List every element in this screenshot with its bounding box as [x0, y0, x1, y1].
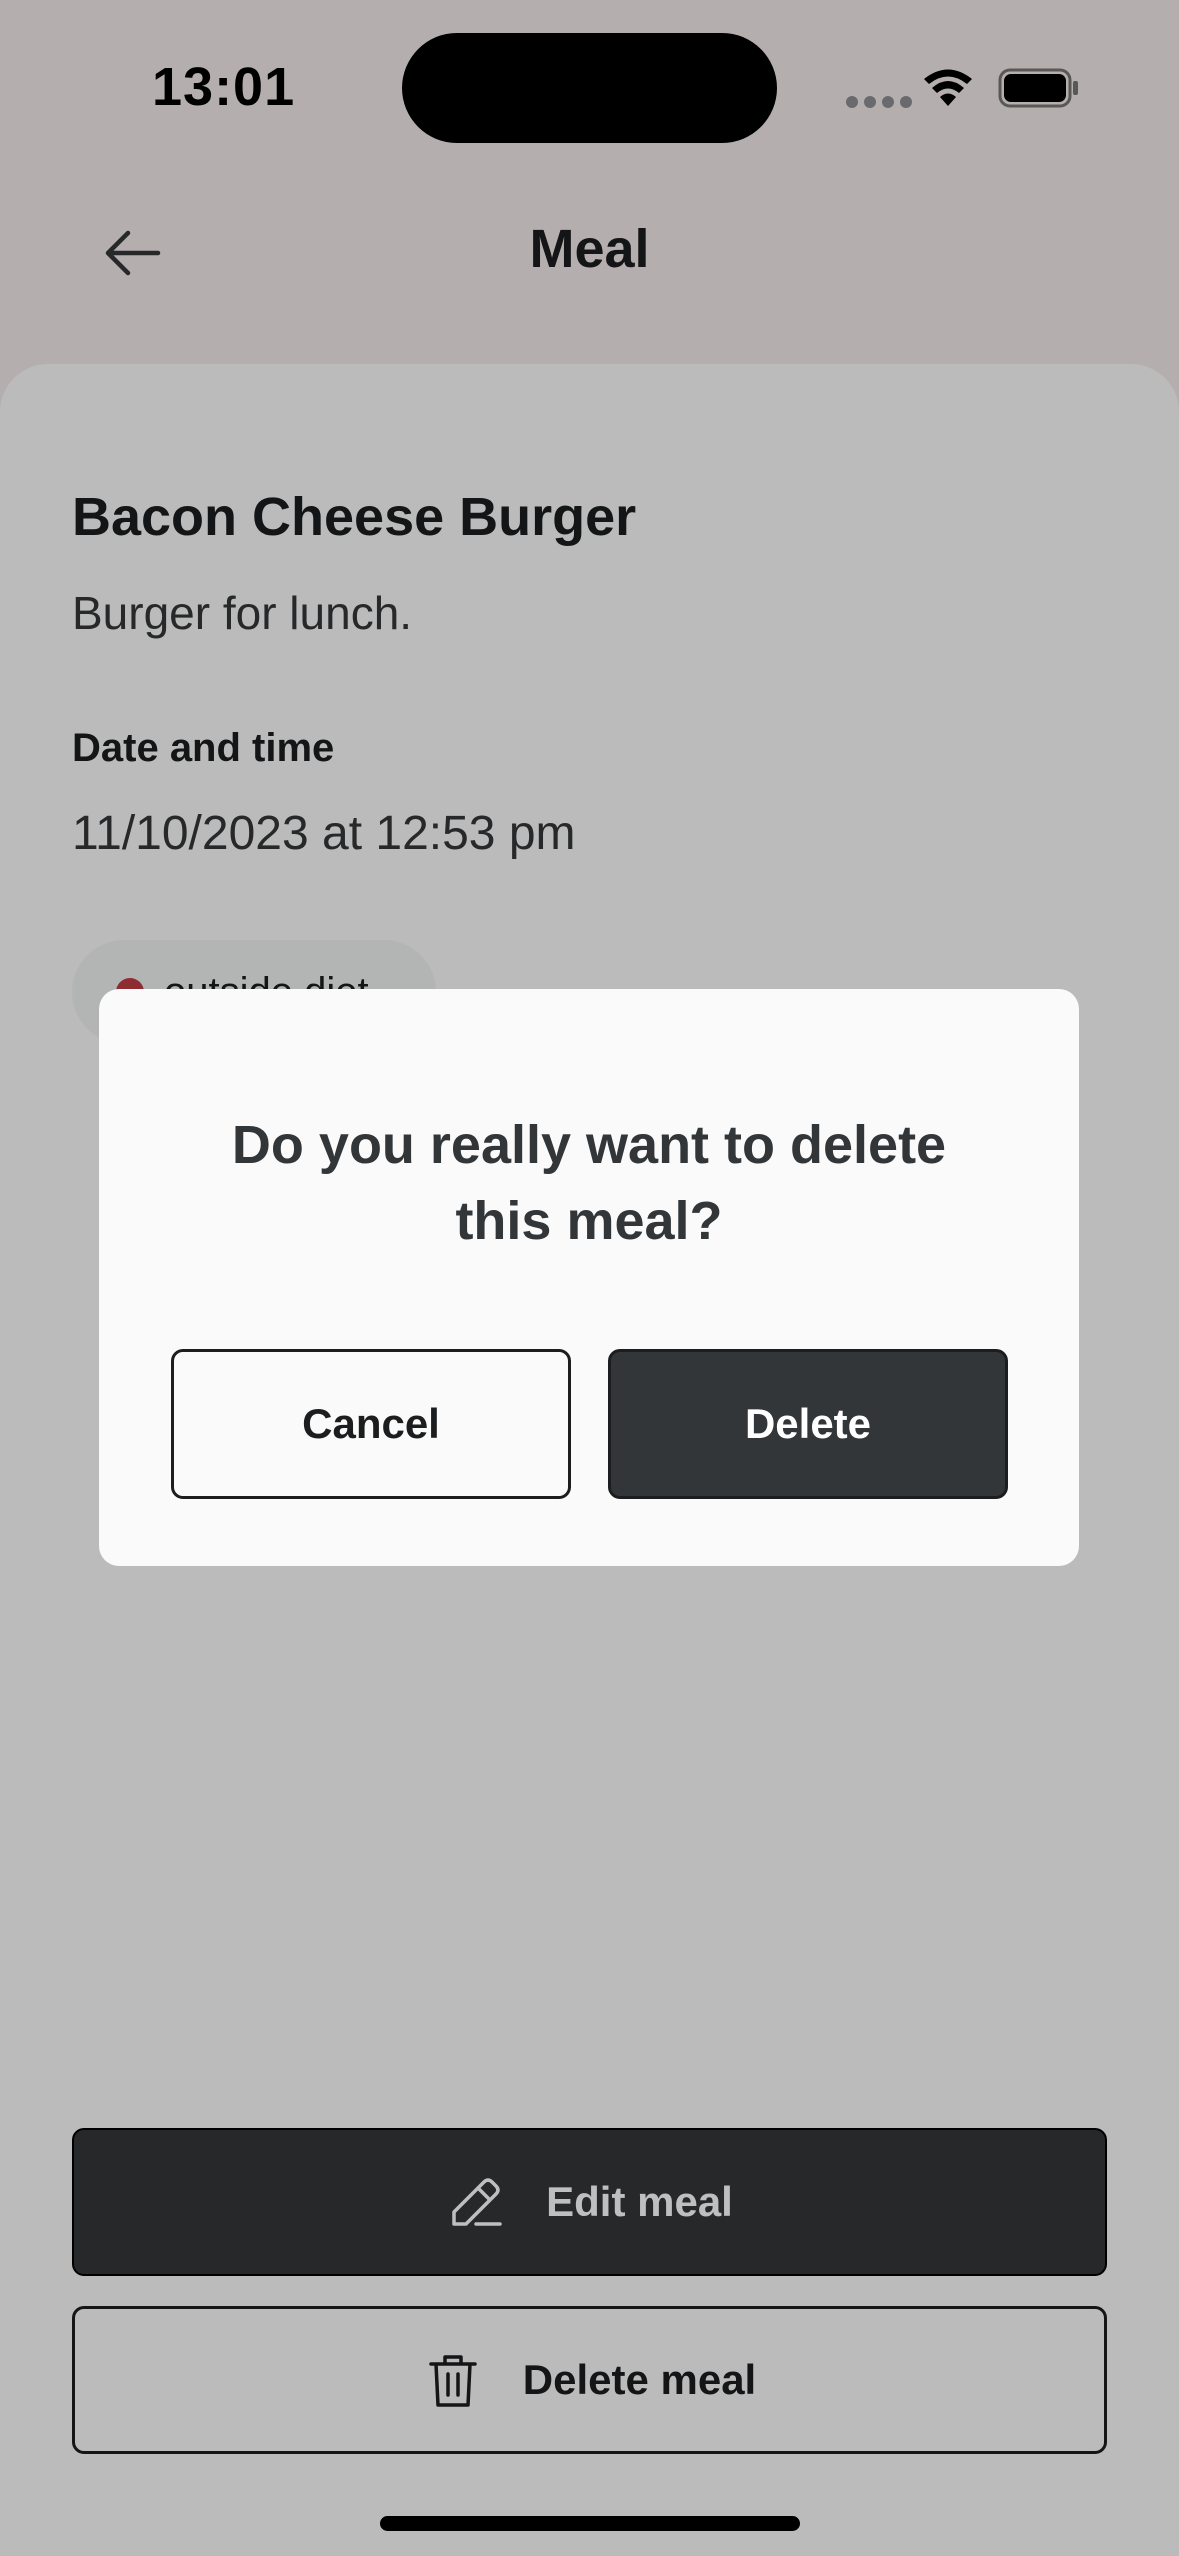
delete-confirmation-dialog: Do you really want to delete this meal? …: [99, 989, 1079, 1566]
confirm-delete-button[interactable]: Delete: [608, 1349, 1008, 1499]
cancel-button[interactable]: Cancel: [171, 1349, 571, 1499]
dialog-message: Do you really want to delete this meal?: [231, 1115, 947, 1251]
